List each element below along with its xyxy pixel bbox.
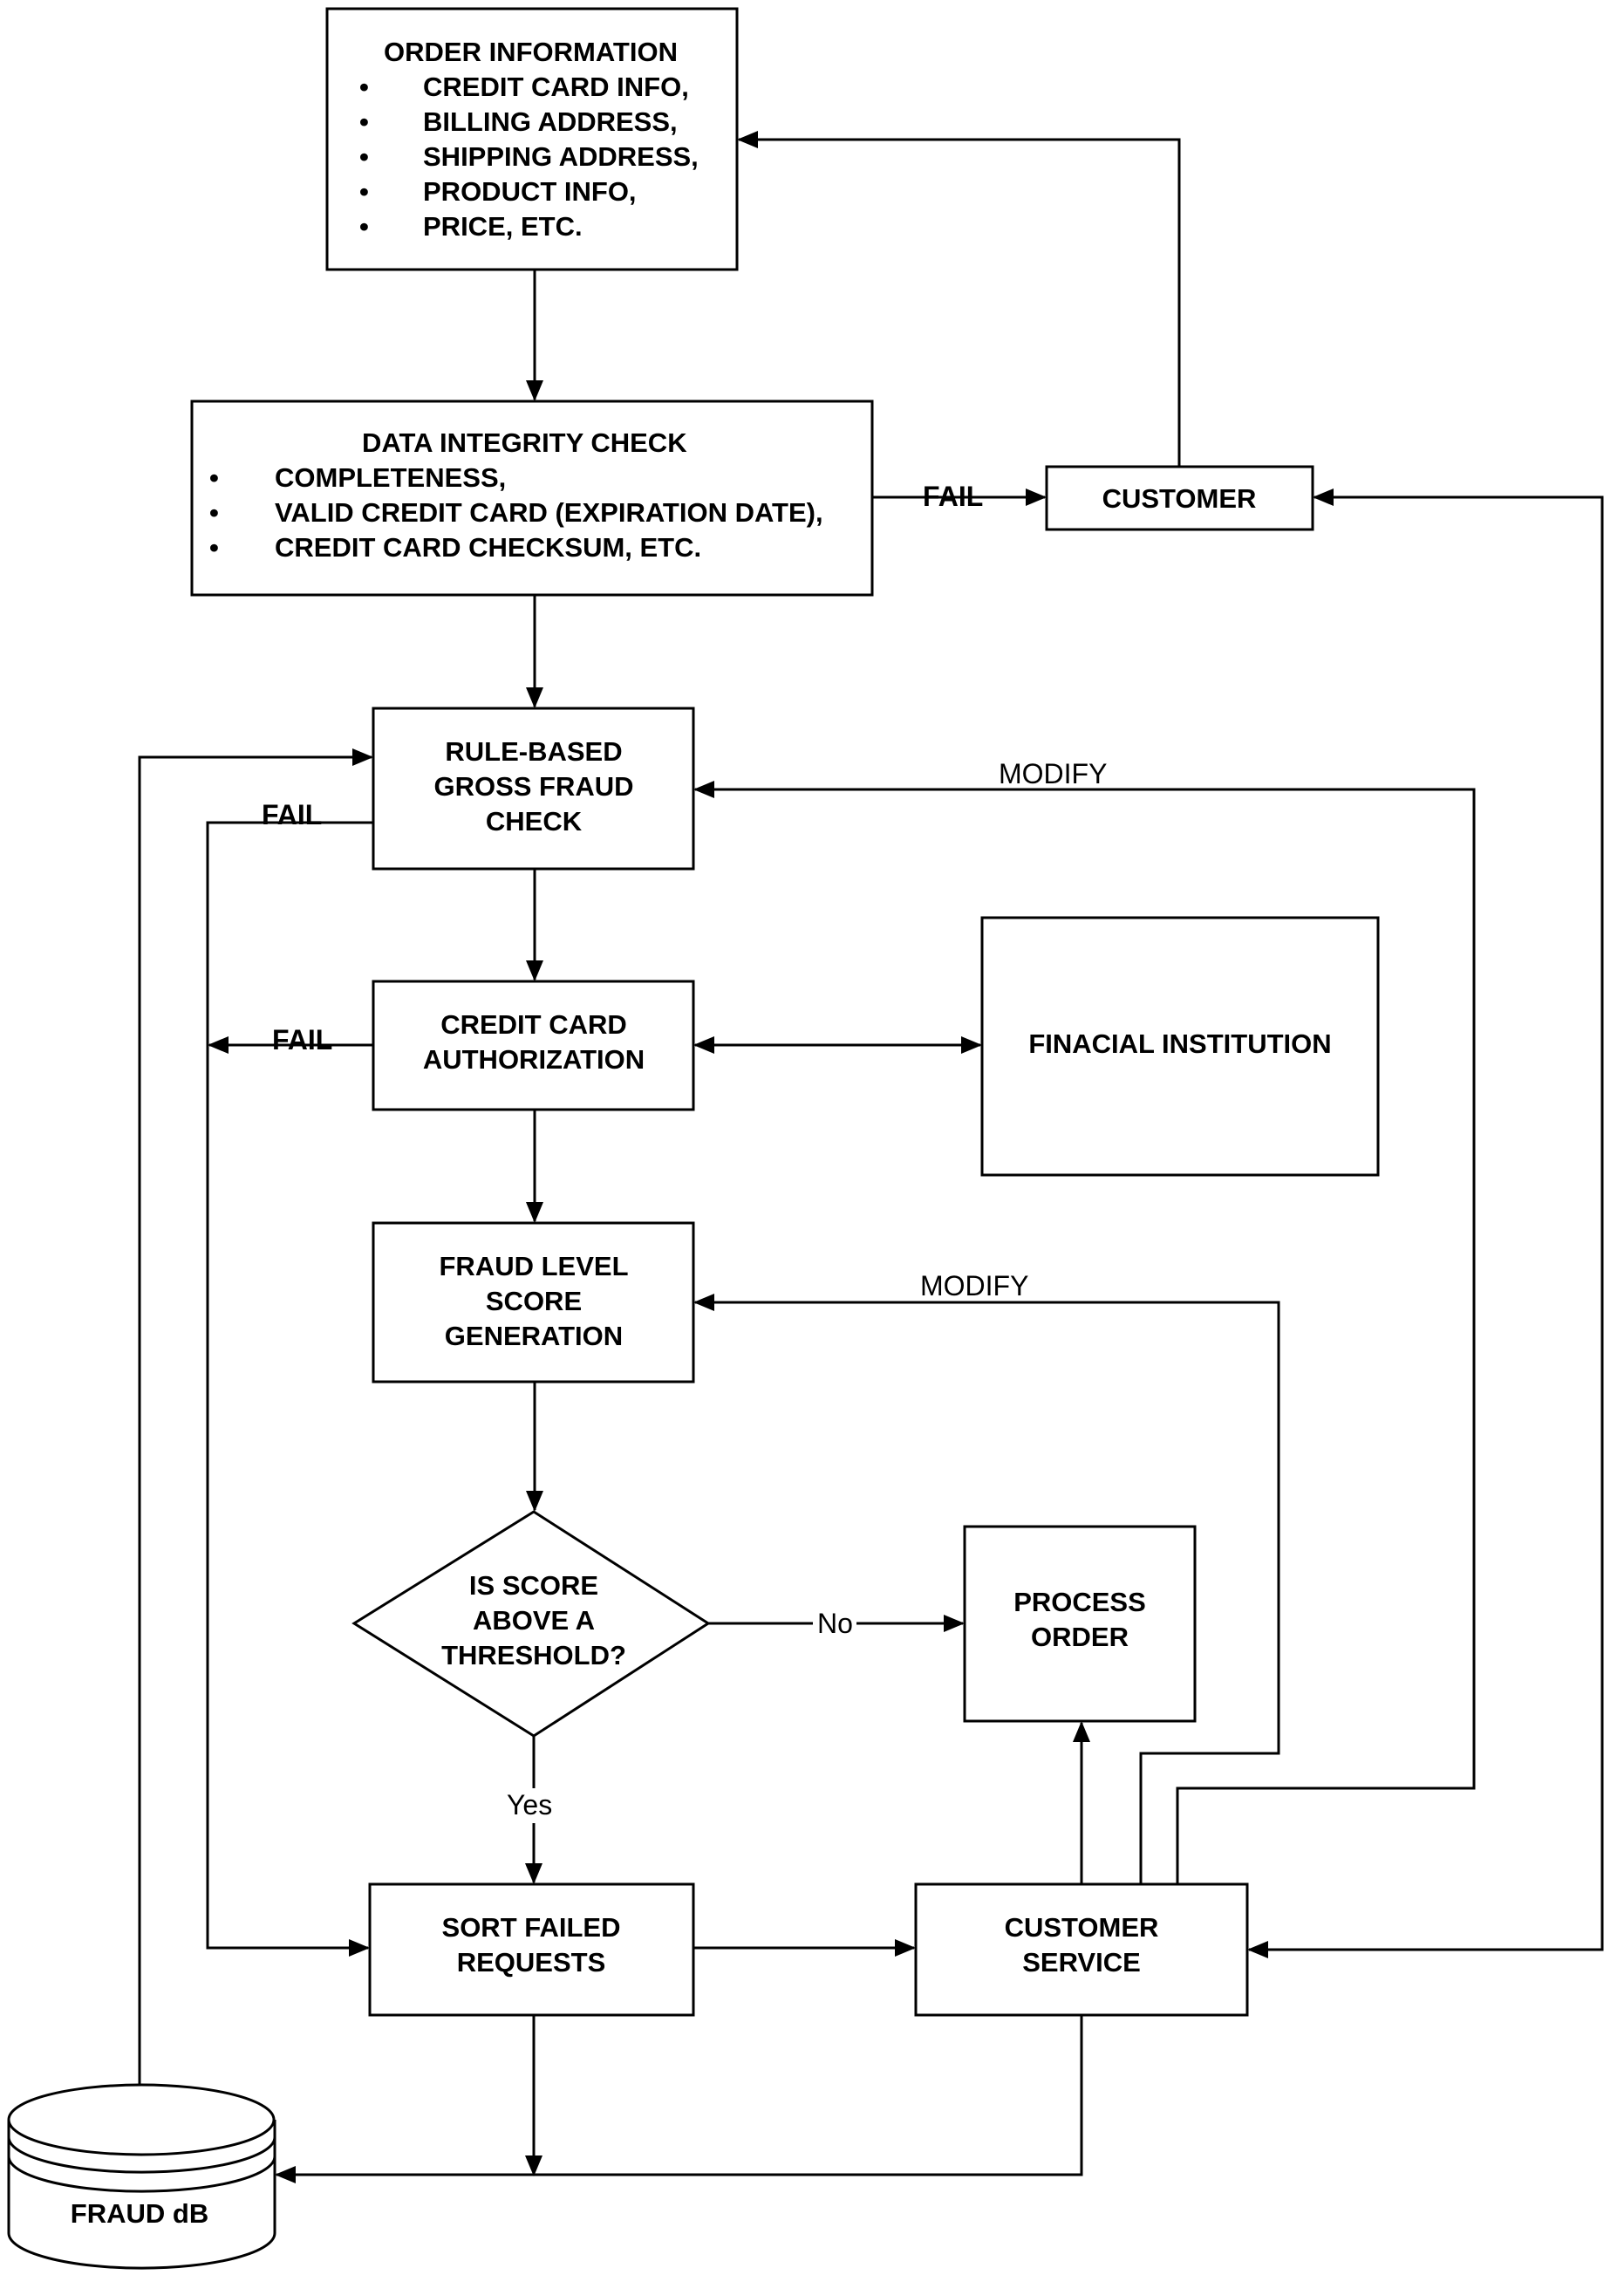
rule-based-line: RULE-BASED bbox=[445, 736, 622, 767]
data-integrity-title: DATA INTEGRITY CHECK bbox=[362, 427, 687, 458]
bullet-icon: • bbox=[359, 106, 369, 137]
bullet-icon: • bbox=[209, 532, 219, 563]
node-threshold-decision: IS SCORE ABOVE A THRESHOLD? bbox=[351, 1510, 711, 1738]
node-rule-based-gross-fraud-check: RULE-BASED GROSS FRAUD CHECK bbox=[372, 707, 695, 871]
label-no: No bbox=[817, 1608, 853, 1639]
bullet-icon: • bbox=[359, 72, 369, 102]
edge-service-to-db bbox=[275, 2015, 1083, 2183]
financial-label: FINACIAL INSTITUTION bbox=[1028, 1028, 1331, 1059]
data-integrity-bullet: COMPLETENESS, bbox=[275, 462, 506, 493]
rule-based-line: GROSS FRAUD bbox=[433, 771, 633, 802]
data-integrity-bullet: VALID CREDIT CARD (EXPIRATION DATE), bbox=[275, 497, 823, 528]
fraud-check-flowchart: FAIL FAIL FAIL MODIFY MODIFY No Yes ORDE… bbox=[7, 7, 1604, 2270]
label-fail-rule: FAIL bbox=[262, 799, 322, 830]
bullet-icon: • bbox=[209, 497, 219, 528]
sort-failed-line: SORT FAILED bbox=[442, 1912, 621, 1943]
edge-right-loop-to-customer bbox=[1249, 488, 1604, 1951]
fraud-db-label: FRAUD dB bbox=[71, 2198, 208, 2229]
label-modify-score: MODIFY bbox=[920, 1270, 1028, 1301]
bullet-icon: • bbox=[359, 211, 369, 242]
node-credit-card-authorization: CREDIT CARD AUTHORIZATION bbox=[372, 980, 695, 1111]
label-fail-auth: FAIL bbox=[272, 1024, 332, 1056]
database-icon bbox=[7, 2083, 276, 2270]
label-fail-integrity: FAIL bbox=[923, 481, 983, 512]
bullet-icon: • bbox=[209, 462, 219, 493]
node-fraud-db: FRAUD dB bbox=[7, 2083, 276, 2270]
threshold-line: THRESHOLD? bbox=[441, 1640, 626, 1670]
node-data-integrity-check: DATA INTEGRITY CHECK • COMPLETENESS, • V… bbox=[190, 400, 874, 597]
cc-auth-line: CREDIT CARD bbox=[440, 1009, 627, 1040]
fraud-score-line: SCORE bbox=[486, 1286, 582, 1316]
node-process-order: PROCESS ORDER bbox=[963, 1525, 1197, 1723]
customer-service-line: CUSTOMER bbox=[1005, 1912, 1159, 1943]
node-customer: CUSTOMER bbox=[1045, 465, 1314, 531]
order-info-bullet: CREDIT CARD INFO, bbox=[423, 72, 689, 102]
node-customer-service: CUSTOMER SERVICE bbox=[914, 1882, 1249, 2017]
cc-auth-line: AUTHORIZATION bbox=[423, 1044, 645, 1075]
sort-failed-line: REQUESTS bbox=[457, 1947, 606, 1978]
bullet-icon: • bbox=[359, 176, 369, 207]
order-info-bullet: SHIPPING ADDRESS, bbox=[423, 141, 699, 172]
threshold-line: IS SCORE bbox=[469, 1570, 598, 1601]
fraud-score-line: FRAUD LEVEL bbox=[440, 1251, 629, 1281]
customer-label: CUSTOMER bbox=[1102, 483, 1257, 514]
label-modify-rule: MODIFY bbox=[999, 758, 1107, 789]
process-order-line: PROCESS bbox=[1013, 1587, 1146, 1617]
edge-frauddb-to-rule bbox=[138, 748, 373, 2085]
order-info-bullet: PRICE, ETC. bbox=[423, 211, 583, 242]
node-sort-failed-requests: SORT FAILED REQUESTS bbox=[368, 1882, 695, 2017]
node-financial-institution: FINACIAL INSTITUTION bbox=[980, 916, 1380, 1177]
rule-based-line: CHECK bbox=[486, 806, 583, 837]
bullet-icon: • bbox=[359, 141, 369, 172]
edge-rule-fail-to-sort bbox=[206, 821, 373, 1957]
label-yes: Yes bbox=[507, 1789, 552, 1821]
node-fraud-level-score-generation: FRAUD LEVEL SCORE GENERATION bbox=[372, 1221, 695, 1383]
process-order-line: ORDER bbox=[1031, 1622, 1129, 1652]
data-integrity-bullet: CREDIT CARD CHECKSUM, ETC. bbox=[275, 532, 701, 563]
order-info-bullet: PRODUCT INFO, bbox=[423, 176, 637, 207]
threshold-line: ABOVE A bbox=[473, 1605, 595, 1636]
order-info-title: ORDER INFORMATION bbox=[384, 37, 678, 67]
customer-service-line: SERVICE bbox=[1022, 1947, 1141, 1978]
fraud-score-line: GENERATION bbox=[445, 1321, 623, 1351]
node-order-information: ORDER INFORMATION • CREDIT CARD INFO, • … bbox=[325, 7, 739, 271]
order-info-bullet: BILLING ADDRESS, bbox=[423, 106, 678, 137]
